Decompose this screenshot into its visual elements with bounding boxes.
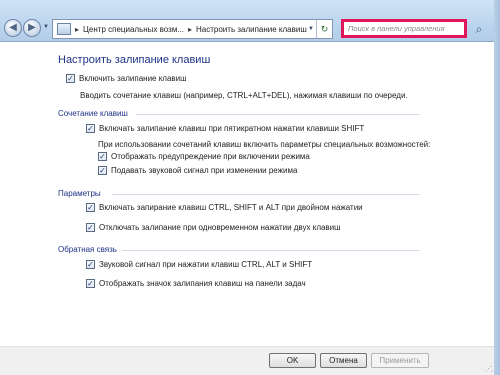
search-icon[interactable]: ⌕	[470, 20, 488, 38]
section-title-params: Параметры	[58, 189, 101, 198]
breadcrumb-ease-of-access[interactable]: Центр специальных возм...	[83, 25, 184, 34]
breadcrumb-separator[interactable]: ▸	[188, 25, 192, 34]
chevron-down-icon[interactable]: ▼	[308, 26, 314, 32]
main-content: Настроить залипание клавиш ✓ Включить за…	[0, 42, 500, 375]
page-title: Настроить залипание клавиш	[58, 54, 211, 66]
control-panel-icon	[57, 23, 71, 35]
shortcut-sub-hint: При использовании сочетаний клавиш включ…	[98, 140, 431, 149]
checkbox[interactable]: ✓	[66, 74, 75, 83]
show-warning-option[interactable]: ✓ Отображать предупреждение при включени…	[98, 152, 310, 161]
beep-label: Звуковой сигнал при нажатии клавиш CTRL,…	[99, 260, 313, 269]
section-divider	[112, 194, 420, 195]
ok-button[interactable]: OK	[269, 353, 316, 368]
cancel-button[interactable]: Отмена	[320, 353, 367, 368]
taskbar-icon-option[interactable]: ✓ Отображать значок залипания клавиш на …	[86, 279, 306, 288]
disable-two-keys-option[interactable]: ✓ Отключать залипание при одновременном …	[86, 223, 341, 232]
apply-button[interactable]: Применить	[371, 353, 429, 368]
search-placeholder: Поиск в панели управления	[348, 24, 445, 33]
enable-sticky-keys-option[interactable]: ✓ Включить залипание клавиш	[66, 74, 187, 83]
taskbar-icon-label: Отображать значок залипания клавиш на па…	[99, 279, 306, 288]
checkbox[interactable]: ✓	[98, 152, 107, 161]
refresh-button[interactable]: ↻	[316, 20, 332, 38]
address-bar[interactable]: ▸ Центр специальных возм... ▸ Настроить …	[52, 19, 333, 39]
shift5-label: Включать залипание клавиш при пятикратно…	[99, 124, 365, 133]
section-title-shortcut: Сочетание клавиш	[58, 109, 128, 118]
lock-keys-option[interactable]: ✓ Включать запирание клавиш CTRL, SHIFT …	[86, 203, 363, 212]
breadcrumb-sticky-keys[interactable]: Настроить залипание клавиш	[196, 25, 307, 34]
enable-sticky-keys-label: Включить залипание клавиш	[79, 74, 187, 83]
checkbox[interactable]: ✓	[98, 166, 107, 175]
checkbox[interactable]: ✓	[86, 223, 95, 232]
back-button[interactable]: ◀	[4, 19, 22, 37]
checkbox[interactable]: ✓	[86, 124, 95, 133]
checkbox[interactable]: ✓	[86, 260, 95, 269]
checkbox[interactable]: ✓	[86, 279, 95, 288]
dialog-footer: OK Отмена Применить ⋰⋰	[0, 346, 500, 375]
recent-pages-dropdown[interactable]: ▼	[43, 24, 49, 30]
control-panel-window: ◀ ▶ ▼ ▸ Центр специальных возм... ▸ Наст…	[0, 0, 500, 375]
sound-on-change-label: Подавать звуковой сигнал при изменении р…	[111, 166, 298, 175]
beep-option[interactable]: ✓ Звуковой сигнал при нажатии клавиш CTR…	[86, 260, 312, 269]
forward-button[interactable]: ▶	[23, 19, 41, 37]
section-divider	[122, 250, 420, 251]
window-border	[494, 0, 500, 375]
sound-on-change-option[interactable]: ✓ Подавать звуковой сигнал при изменении…	[98, 166, 297, 175]
breadcrumb-separator[interactable]: ▸	[75, 25, 79, 34]
show-warning-label: Отображать предупреждение при включении …	[111, 152, 310, 161]
arrow-left-icon: ◀	[9, 22, 17, 33]
section-title-feedback: Обратная связь	[58, 245, 117, 254]
navigation-bar: ◀ ▶ ▼ ▸ Центр специальных возм... ▸ Наст…	[0, 0, 500, 42]
shift5-option[interactable]: ✓ Включать залипание клавиш при пятикрат…	[86, 124, 364, 133]
refresh-icon: ↻	[320, 23, 329, 34]
enable-hint: Вводить сочетание клавиш (например, CTRL…	[80, 91, 408, 100]
disable-two-keys-label: Отключать залипание при одновременном на…	[99, 223, 341, 232]
section-divider	[136, 114, 420, 115]
arrow-right-icon: ▶	[28, 22, 36, 33]
checkbox[interactable]: ✓	[86, 203, 95, 212]
lock-keys-label: Включать запирание клавиш CTRL, SHIFT и …	[99, 203, 363, 212]
search-input[interactable]: Поиск в панели управления	[341, 19, 467, 38]
